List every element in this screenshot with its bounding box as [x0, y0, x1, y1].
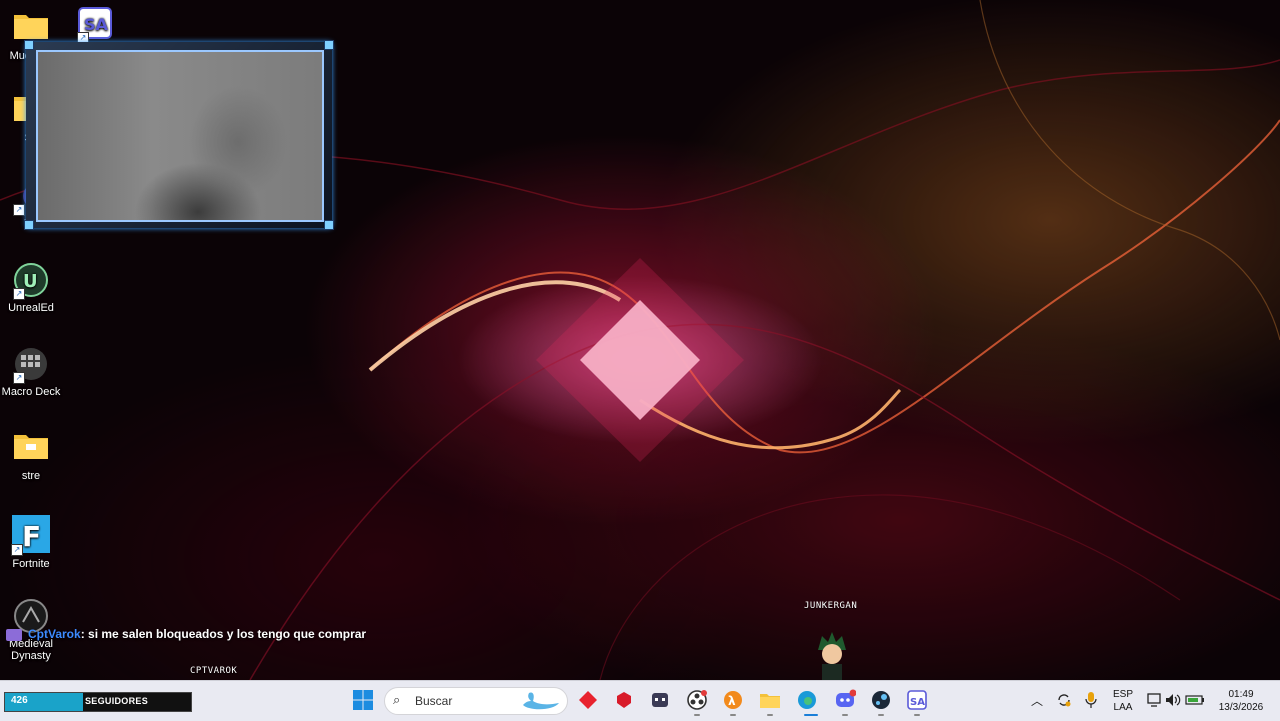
svg-text:U: U: [23, 271, 38, 292]
tray-time: 01:49: [1228, 689, 1254, 700]
followers-bar: 426 SEGUIDORES: [4, 692, 192, 712]
taskbar-app-sa[interactable]: SA: [904, 687, 930, 713]
taskbar-search-box[interactable]: ⌕ Buscar: [384, 687, 568, 715]
desktop-icon-unrealed[interactable]: U ↗ UnrealEd: [0, 262, 62, 314]
taskbar-app-bot[interactable]: [647, 687, 673, 713]
desktop-icon-label: UnrealEd: [8, 302, 54, 314]
swan-icon: [523, 692, 559, 710]
chat-badge-icon: [6, 628, 22, 641]
desktop-icon-fortnite[interactable]: F ↗ Fortnite: [0, 514, 62, 570]
shortcut-arrow-icon: ↗: [13, 372, 25, 384]
desktop-icon-label: Medieval Dynasty: [8, 638, 54, 662]
frame-corner: [24, 220, 34, 230]
shortcut-arrow-icon: ↗: [13, 288, 25, 300]
frame-corner: [324, 220, 334, 230]
desktop-icon-label: Fortnite: [12, 558, 50, 570]
edge-icon: [798, 691, 816, 709]
fortnite-icon: F ↗: [11, 514, 51, 556]
desktop-icon-macro-deck[interactable]: ↗ Macro Deck: [0, 346, 62, 398]
shortcut-arrow-icon: ↗: [11, 544, 23, 556]
taskbar-app-obs[interactable]: [684, 687, 710, 713]
followers-count: 426: [11, 695, 28, 706]
taskbar-app-steam[interactable]: [868, 687, 894, 713]
svg-text:SA: SA: [910, 697, 925, 708]
chat-message: CptVarok: si me salen bloqueados y los t…: [6, 627, 366, 641]
tray-clock[interactable]: 01:49 13/3/2026: [1212, 688, 1270, 714]
taskbar-app-diamond[interactable]: [575, 687, 601, 713]
folder-icon: [13, 430, 49, 466]
bot-face-icon: [652, 693, 668, 707]
sa-app-icon: SA: [907, 690, 927, 710]
tray-keyboard-layout: LAA: [1113, 702, 1133, 713]
search-placeholder: Buscar: [415, 694, 453, 708]
running-indicator: [878, 714, 884, 716]
red-gem-icon: [617, 692, 631, 708]
tray-battery-icon[interactable]: [1182, 687, 1208, 713]
running-indicator: [842, 714, 848, 716]
start-button[interactable]: [350, 687, 376, 713]
taskbar-app-discord[interactable]: [832, 687, 858, 713]
tray-chevron-up-icon[interactable]: ︿: [1024, 687, 1050, 713]
sa-app-icon: SA ↗: [77, 6, 113, 44]
frame-corner: [24, 40, 34, 50]
avatar-name-junkergan: JUNKERGAN: [804, 601, 858, 611]
tray-language: ESP: [1112, 689, 1133, 700]
obs-icon: [687, 690, 707, 710]
tray-language-indicator[interactable]: ESP LAA: [1108, 688, 1138, 714]
tray-sync-icon[interactable]: [1051, 687, 1077, 713]
steam-icon: [872, 691, 890, 709]
folder-icon: [760, 694, 780, 708]
svg-text:F: F: [22, 520, 41, 553]
avatar-name-cptvarok: CPTVAROK: [190, 666, 238, 676]
windows-logo-icon: [353, 690, 373, 710]
taskbar-app-edge[interactable]: [794, 687, 820, 713]
desktop-icon-stre[interactable]: stre: [0, 430, 62, 482]
chat-text: : si me salen bloqueados y los tengo que…: [80, 627, 367, 641]
search-icon: ⌕: [393, 692, 401, 707]
unreal-icon: U ↗: [13, 262, 49, 300]
webcam-feed: [36, 50, 324, 222]
halflife-icon: λ: [724, 691, 742, 709]
tray-microphone-icon[interactable]: [1078, 687, 1104, 713]
taskbar-app-explorer[interactable]: [757, 687, 783, 713]
taskbar-app-gem[interactable]: [611, 687, 637, 713]
desktop-icon-label: Macro Deck: [1, 386, 61, 398]
followers-label: SEGUIDORES: [85, 696, 149, 706]
red-diamond-icon: [579, 691, 597, 709]
taskbar-app-halflife[interactable]: λ: [720, 687, 746, 713]
discord-icon: [836, 689, 856, 707]
webcam-overlay: [24, 40, 334, 230]
running-indicator-active: [804, 714, 818, 716]
svg-text:λ: λ: [728, 694, 736, 708]
chat-username: CptVarok: [28, 627, 81, 641]
shortcut-arrow-icon: ↗: [13, 204, 25, 216]
desktop-icon-sa[interactable]: SA ↗: [64, 6, 126, 46]
desktop-icon-label: stre: [21, 470, 41, 482]
running-indicator: [730, 714, 736, 716]
running-indicator: [694, 714, 700, 716]
running-indicator: [914, 714, 920, 716]
running-indicator: [767, 714, 773, 716]
tray-date: 13/3/2026: [1218, 702, 1264, 713]
frame-corner: [324, 40, 334, 50]
macro-deck-icon: ↗: [13, 346, 49, 384]
